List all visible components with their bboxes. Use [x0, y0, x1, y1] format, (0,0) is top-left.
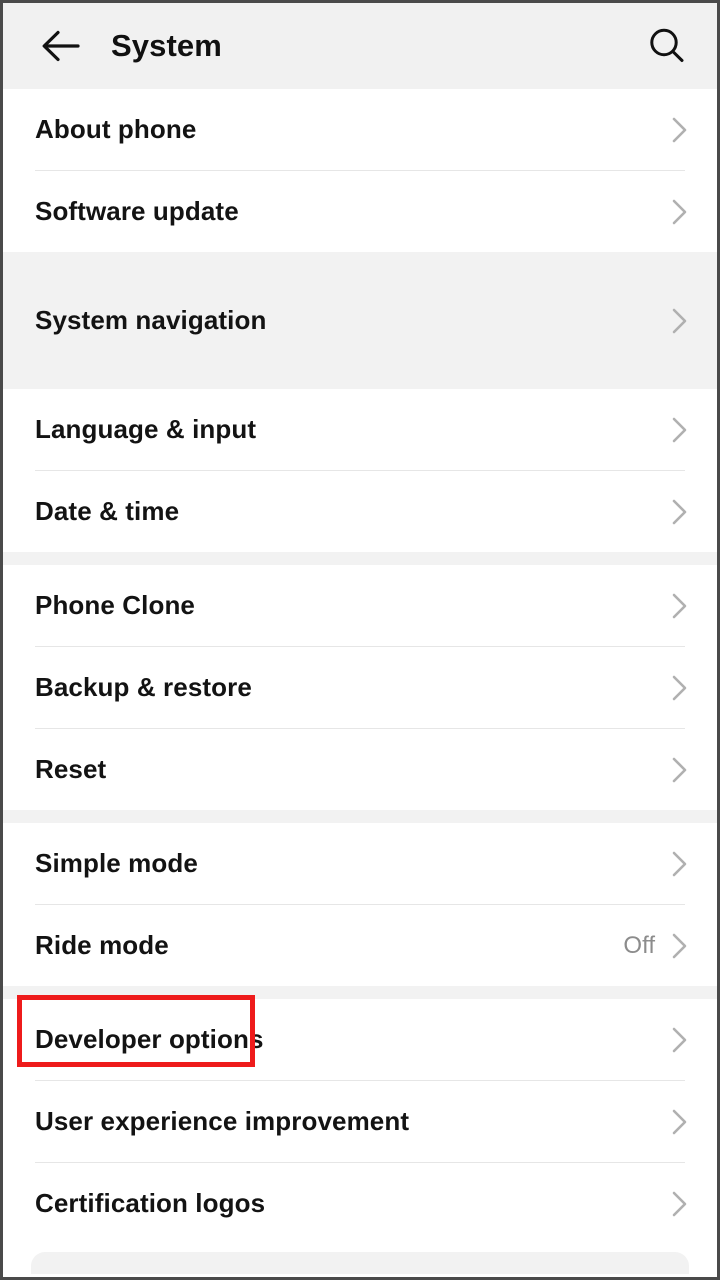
list-item-date-time[interactable]: Date & time	[3, 471, 717, 552]
arrow-left-icon	[42, 30, 80, 62]
chevron-right-icon	[667, 933, 693, 959]
group-separator	[3, 986, 717, 999]
list-item-reset[interactable]: Reset	[3, 729, 717, 810]
group-separator	[3, 810, 717, 823]
list-item-label: Certification logos	[35, 1188, 266, 1218]
list-item-developer-options[interactable]: Developer options	[3, 999, 717, 1080]
settings-list: About phone Software update System navig…	[3, 89, 717, 1244]
next-card-peek	[31, 1252, 689, 1274]
list-item-phone-clone[interactable]: Phone Clone	[3, 565, 717, 646]
list-item-language-input[interactable]: Language & input	[3, 389, 717, 470]
list-item-user-experience-improvement[interactable]: User experience improvement	[3, 1081, 717, 1162]
list-item-label: Backup & restore	[35, 672, 252, 702]
chevron-right-icon	[667, 675, 693, 701]
back-button[interactable]	[31, 17, 89, 75]
search-icon	[650, 28, 684, 62]
phone-screen: System About phone Software update Syste…	[0, 0, 720, 1280]
chevron-right-icon	[667, 117, 693, 143]
list-item-about-phone[interactable]: About phone	[3, 89, 717, 170]
chevron-right-icon	[667, 593, 693, 619]
list-item-label: Date & time	[35, 496, 180, 526]
list-item-label: Reset	[35, 754, 107, 784]
list-item-label: Simple mode	[35, 848, 198, 878]
chevron-right-icon	[667, 308, 693, 334]
chevron-right-icon	[667, 757, 693, 783]
page-title: System	[111, 28, 222, 63]
chevron-right-icon	[667, 199, 693, 225]
list-item-label: Phone Clone	[35, 590, 195, 620]
settings-group-info: About phone Software update System navig…	[3, 89, 717, 552]
list-item-backup-restore[interactable]: Backup & restore	[3, 647, 717, 728]
settings-group-modes: Simple mode Ride mode Off	[3, 823, 717, 986]
list-item-value: Off	[623, 931, 655, 959]
list-item-label: Language & input	[35, 414, 257, 444]
list-item-label: System navigation	[35, 305, 267, 335]
list-item-label: Ride mode	[35, 930, 169, 960]
settings-group-transfer: Phone Clone Backup & restore Reset	[3, 565, 717, 810]
list-item-label: Developer options	[35, 1024, 264, 1054]
list-item-system-navigation[interactable]: System navigation	[3, 252, 717, 389]
list-item-label: User experience improvement	[35, 1106, 410, 1136]
group-separator	[3, 552, 717, 565]
app-bar: System	[3, 3, 717, 89]
chevron-right-icon	[667, 1027, 693, 1053]
list-item-certification-logos[interactable]: Certification logos	[3, 1163, 717, 1244]
list-item-software-update[interactable]: Software update	[3, 171, 717, 252]
search-button[interactable]	[639, 18, 695, 74]
list-item-ride-mode[interactable]: Ride mode Off	[3, 905, 717, 986]
chevron-right-icon	[667, 1191, 693, 1217]
chevron-right-icon	[667, 499, 693, 525]
list-item-label: Software update	[35, 196, 239, 226]
list-item-label: About phone	[35, 114, 197, 144]
chevron-right-icon	[667, 417, 693, 443]
chevron-right-icon	[667, 851, 693, 877]
settings-group-advanced: Developer options User experience improv…	[3, 999, 717, 1244]
chevron-right-icon	[667, 1109, 693, 1135]
list-item-simple-mode[interactable]: Simple mode	[3, 823, 717, 904]
